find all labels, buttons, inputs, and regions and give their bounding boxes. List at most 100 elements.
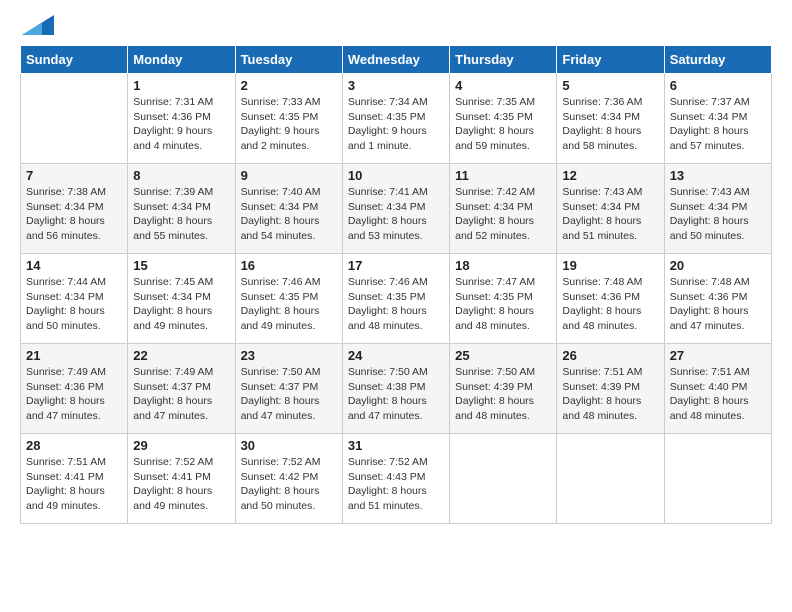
calendar-cell: 21 Sunrise: 7:49 AMSunset: 4:36 PMDaylig… (21, 344, 128, 434)
day-number: 30 (241, 438, 337, 453)
logo (20, 20, 54, 35)
day-info: Sunrise: 7:43 AMSunset: 4:34 PMDaylight:… (562, 185, 658, 244)
day-info: Sunrise: 7:38 AMSunset: 4:34 PMDaylight:… (26, 185, 122, 244)
day-number: 9 (241, 168, 337, 183)
day-info: Sunrise: 7:45 AMSunset: 4:34 PMDaylight:… (133, 275, 229, 334)
day-info: Sunrise: 7:52 AMSunset: 4:41 PMDaylight:… (133, 455, 229, 514)
day-number: 22 (133, 348, 229, 363)
day-number: 14 (26, 258, 122, 273)
calendar-cell: 4 Sunrise: 7:35 AMSunset: 4:35 PMDayligh… (450, 74, 557, 164)
day-of-week-header: Friday (557, 46, 664, 74)
day-number: 4 (455, 78, 551, 93)
day-info: Sunrise: 7:34 AMSunset: 4:35 PMDaylight:… (348, 95, 444, 154)
day-info: Sunrise: 7:35 AMSunset: 4:35 PMDaylight:… (455, 95, 551, 154)
calendar-cell: 28 Sunrise: 7:51 AMSunset: 4:41 PMDaylig… (21, 434, 128, 524)
day-number: 25 (455, 348, 551, 363)
day-number: 2 (241, 78, 337, 93)
day-info: Sunrise: 7:52 AMSunset: 4:43 PMDaylight:… (348, 455, 444, 514)
calendar-cell: 13 Sunrise: 7:43 AMSunset: 4:34 PMDaylig… (664, 164, 771, 254)
day-info: Sunrise: 7:49 AMSunset: 4:36 PMDaylight:… (26, 365, 122, 424)
day-number: 17 (348, 258, 444, 273)
day-number: 13 (670, 168, 766, 183)
day-info: Sunrise: 7:46 AMSunset: 4:35 PMDaylight:… (348, 275, 444, 334)
day-number: 23 (241, 348, 337, 363)
day-info: Sunrise: 7:49 AMSunset: 4:37 PMDaylight:… (133, 365, 229, 424)
day-info: Sunrise: 7:48 AMSunset: 4:36 PMDaylight:… (670, 275, 766, 334)
day-of-week-header: Thursday (450, 46, 557, 74)
day-number: 24 (348, 348, 444, 363)
day-number: 31 (348, 438, 444, 453)
day-number: 26 (562, 348, 658, 363)
day-info: Sunrise: 7:37 AMSunset: 4:34 PMDaylight:… (670, 95, 766, 154)
page-header (20, 20, 772, 35)
day-of-week-header: Tuesday (235, 46, 342, 74)
day-info: Sunrise: 7:31 AMSunset: 4:36 PMDaylight:… (133, 95, 229, 154)
calendar-cell: 23 Sunrise: 7:50 AMSunset: 4:37 PMDaylig… (235, 344, 342, 434)
day-number: 28 (26, 438, 122, 453)
calendar-cell: 18 Sunrise: 7:47 AMSunset: 4:35 PMDaylig… (450, 254, 557, 344)
calendar-cell: 22 Sunrise: 7:49 AMSunset: 4:37 PMDaylig… (128, 344, 235, 434)
calendar-cell: 5 Sunrise: 7:36 AMSunset: 4:34 PMDayligh… (557, 74, 664, 164)
day-info: Sunrise: 7:50 AMSunset: 4:37 PMDaylight:… (241, 365, 337, 424)
day-number: 27 (670, 348, 766, 363)
calendar-table: SundayMondayTuesdayWednesdayThursdayFrid… (20, 45, 772, 524)
calendar-cell: 9 Sunrise: 7:40 AMSunset: 4:34 PMDayligh… (235, 164, 342, 254)
day-info: Sunrise: 7:52 AMSunset: 4:42 PMDaylight:… (241, 455, 337, 514)
calendar-cell: 14 Sunrise: 7:44 AMSunset: 4:34 PMDaylig… (21, 254, 128, 344)
day-number: 18 (455, 258, 551, 273)
calendar-cell: 12 Sunrise: 7:43 AMSunset: 4:34 PMDaylig… (557, 164, 664, 254)
calendar-cell: 15 Sunrise: 7:45 AMSunset: 4:34 PMDaylig… (128, 254, 235, 344)
day-info: Sunrise: 7:41 AMSunset: 4:34 PMDaylight:… (348, 185, 444, 244)
calendar-header-row: SundayMondayTuesdayWednesdayThursdayFrid… (21, 46, 772, 74)
calendar-cell: 17 Sunrise: 7:46 AMSunset: 4:35 PMDaylig… (342, 254, 449, 344)
day-of-week-header: Monday (128, 46, 235, 74)
day-number: 6 (670, 78, 766, 93)
day-number: 5 (562, 78, 658, 93)
day-info: Sunrise: 7:48 AMSunset: 4:36 PMDaylight:… (562, 275, 658, 334)
calendar-week-row: 21 Sunrise: 7:49 AMSunset: 4:36 PMDaylig… (21, 344, 772, 434)
day-of-week-header: Saturday (664, 46, 771, 74)
day-of-week-header: Sunday (21, 46, 128, 74)
day-number: 7 (26, 168, 122, 183)
day-info: Sunrise: 7:46 AMSunset: 4:35 PMDaylight:… (241, 275, 337, 334)
calendar-cell: 24 Sunrise: 7:50 AMSunset: 4:38 PMDaylig… (342, 344, 449, 434)
day-number: 1 (133, 78, 229, 93)
day-info: Sunrise: 7:51 AMSunset: 4:40 PMDaylight:… (670, 365, 766, 424)
day-number: 8 (133, 168, 229, 183)
day-info: Sunrise: 7:50 AMSunset: 4:38 PMDaylight:… (348, 365, 444, 424)
day-number: 21 (26, 348, 122, 363)
day-number: 15 (133, 258, 229, 273)
calendar-cell (557, 434, 664, 524)
day-info: Sunrise: 7:43 AMSunset: 4:34 PMDaylight:… (670, 185, 766, 244)
calendar-cell: 2 Sunrise: 7:33 AMSunset: 4:35 PMDayligh… (235, 74, 342, 164)
calendar-week-row: 7 Sunrise: 7:38 AMSunset: 4:34 PMDayligh… (21, 164, 772, 254)
calendar-cell: 3 Sunrise: 7:34 AMSunset: 4:35 PMDayligh… (342, 74, 449, 164)
calendar-cell: 6 Sunrise: 7:37 AMSunset: 4:34 PMDayligh… (664, 74, 771, 164)
calendar-week-row: 14 Sunrise: 7:44 AMSunset: 4:34 PMDaylig… (21, 254, 772, 344)
day-number: 10 (348, 168, 444, 183)
day-info: Sunrise: 7:42 AMSunset: 4:34 PMDaylight:… (455, 185, 551, 244)
calendar-week-row: 1 Sunrise: 7:31 AMSunset: 4:36 PMDayligh… (21, 74, 772, 164)
calendar-cell: 20 Sunrise: 7:48 AMSunset: 4:36 PMDaylig… (664, 254, 771, 344)
calendar-cell: 16 Sunrise: 7:46 AMSunset: 4:35 PMDaylig… (235, 254, 342, 344)
day-number: 19 (562, 258, 658, 273)
calendar-cell: 29 Sunrise: 7:52 AMSunset: 4:41 PMDaylig… (128, 434, 235, 524)
calendar-cell: 27 Sunrise: 7:51 AMSunset: 4:40 PMDaylig… (664, 344, 771, 434)
day-number: 16 (241, 258, 337, 273)
day-info: Sunrise: 7:39 AMSunset: 4:34 PMDaylight:… (133, 185, 229, 244)
day-number: 11 (455, 168, 551, 183)
day-of-week-header: Wednesday (342, 46, 449, 74)
calendar-cell (21, 74, 128, 164)
calendar-cell: 31 Sunrise: 7:52 AMSunset: 4:43 PMDaylig… (342, 434, 449, 524)
day-info: Sunrise: 7:47 AMSunset: 4:35 PMDaylight:… (455, 275, 551, 334)
logo-icon (22, 15, 54, 35)
calendar-cell: 10 Sunrise: 7:41 AMSunset: 4:34 PMDaylig… (342, 164, 449, 254)
day-number: 20 (670, 258, 766, 273)
day-info: Sunrise: 7:51 AMSunset: 4:39 PMDaylight:… (562, 365, 658, 424)
calendar-cell (664, 434, 771, 524)
day-info: Sunrise: 7:50 AMSunset: 4:39 PMDaylight:… (455, 365, 551, 424)
calendar-cell: 19 Sunrise: 7:48 AMSunset: 4:36 PMDaylig… (557, 254, 664, 344)
day-info: Sunrise: 7:44 AMSunset: 4:34 PMDaylight:… (26, 275, 122, 334)
calendar-cell (450, 434, 557, 524)
calendar-cell: 7 Sunrise: 7:38 AMSunset: 4:34 PMDayligh… (21, 164, 128, 254)
